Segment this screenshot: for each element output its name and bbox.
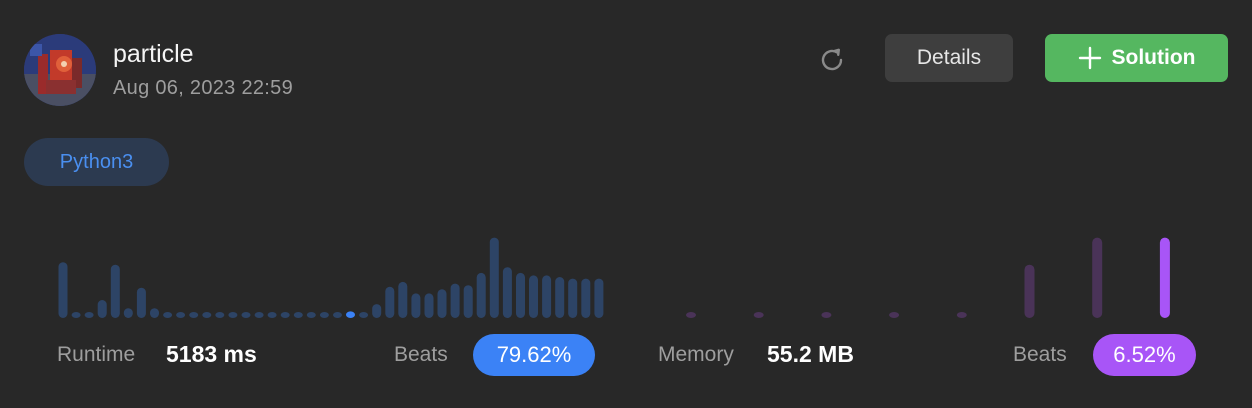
runtime-bar[interactable] bbox=[450, 283, 460, 318]
memory-bar[interactable] bbox=[821, 312, 832, 318]
runtime-bar[interactable] bbox=[293, 312, 303, 318]
runtime-bar[interactable] bbox=[254, 312, 264, 318]
runtime-bar[interactable] bbox=[267, 312, 277, 318]
memory-bar[interactable] bbox=[753, 312, 764, 318]
memory-bar[interactable] bbox=[889, 312, 900, 318]
runtime-value: 5183 ms bbox=[166, 341, 257, 367]
runtime-bar[interactable] bbox=[136, 287, 146, 318]
runtime-bar[interactable] bbox=[306, 312, 316, 318]
runtime-bar[interactable] bbox=[228, 312, 238, 318]
runtime-bar[interactable] bbox=[84, 312, 94, 318]
runtime-bar[interactable] bbox=[176, 312, 186, 318]
runtime-label: Runtime bbox=[57, 343, 136, 366]
runtime-bar[interactable] bbox=[502, 267, 512, 318]
username[interactable]: particle bbox=[113, 40, 194, 69]
runtime-bar[interactable] bbox=[529, 275, 538, 318]
runtime-bar[interactable] bbox=[424, 293, 434, 318]
runtime-bar[interactable] bbox=[123, 308, 133, 318]
runtime-bar[interactable] bbox=[568, 278, 578, 318]
runtime-bar[interactable] bbox=[346, 311, 355, 318]
language-tag[interactable]: Python3 bbox=[24, 138, 169, 186]
refresh-icon bbox=[821, 48, 843, 71]
memory-bar[interactable] bbox=[956, 312, 967, 318]
avatar[interactable] bbox=[24, 34, 96, 106]
memory-bar[interactable] bbox=[1159, 237, 1170, 318]
runtime-bar[interactable] bbox=[189, 312, 199, 318]
runtime-bar[interactable] bbox=[516, 272, 525, 318]
runtime-bar[interactable] bbox=[594, 278, 604, 318]
solution-button-label: Solution bbox=[1111, 46, 1196, 69]
runtime-bar[interactable] bbox=[215, 312, 225, 318]
runtime-bar[interactable] bbox=[163, 312, 173, 318]
runtime-bar[interactable] bbox=[581, 278, 591, 318]
runtime-beats-badge: 79.62% bbox=[473, 334, 595, 376]
plus-icon bbox=[1078, 46, 1101, 70]
runtime-bar[interactable] bbox=[542, 275, 552, 318]
runtime-bar[interactable] bbox=[489, 237, 499, 318]
runtime-bar[interactable] bbox=[150, 308, 159, 318]
memory-bar[interactable] bbox=[1024, 264, 1035, 318]
runtime-bar[interactable] bbox=[476, 272, 486, 318]
memory-label: Memory bbox=[658, 343, 734, 366]
runtime-bar[interactable] bbox=[333, 312, 342, 318]
runtime-bar[interactable] bbox=[110, 264, 120, 318]
runtime-bar[interactable] bbox=[58, 262, 68, 318]
runtime-bar[interactable] bbox=[97, 300, 107, 318]
runtime-bar[interactable] bbox=[411, 293, 421, 318]
runtime-bar[interactable] bbox=[202, 312, 212, 318]
memory-value: 55.2 MB bbox=[767, 341, 854, 367]
submission-timestamp: Aug 06, 2023 22:59 bbox=[113, 77, 293, 99]
memory-beats-badge: 6.52% bbox=[1093, 334, 1196, 376]
runtime-bar[interactable] bbox=[319, 312, 329, 318]
refresh-button[interactable] bbox=[816, 44, 848, 76]
runtime-beats-value: 79.62% bbox=[496, 342, 572, 367]
avatar-image bbox=[24, 34, 96, 106]
runtime-bar[interactable] bbox=[241, 312, 251, 318]
memory-bar[interactable] bbox=[686, 312, 696, 318]
runtime-bar[interactable] bbox=[71, 312, 81, 318]
details-button[interactable]: Details bbox=[885, 34, 1013, 82]
memory-beats-label: Beats bbox=[1013, 343, 1067, 366]
language-label: Python3 bbox=[59, 150, 134, 173]
runtime-bar[interactable] bbox=[280, 312, 290, 318]
memory-beats-value: 6.52% bbox=[1113, 342, 1176, 367]
memory-bar[interactable] bbox=[1092, 237, 1103, 318]
runtime-bar[interactable] bbox=[398, 281, 408, 318]
runtime-bar[interactable] bbox=[437, 289, 447, 318]
runtime-beats-label: Beats bbox=[394, 343, 448, 366]
runtime-bar[interactable] bbox=[359, 312, 369, 318]
runtime-bar[interactable] bbox=[463, 285, 473, 318]
add-solution-button[interactable]: Solution bbox=[1045, 34, 1228, 82]
runtime-bar[interactable] bbox=[385, 286, 395, 318]
runtime-bar[interactable] bbox=[372, 304, 382, 318]
details-button-label: Details bbox=[916, 46, 982, 69]
runtime-bar[interactable] bbox=[555, 277, 565, 318]
